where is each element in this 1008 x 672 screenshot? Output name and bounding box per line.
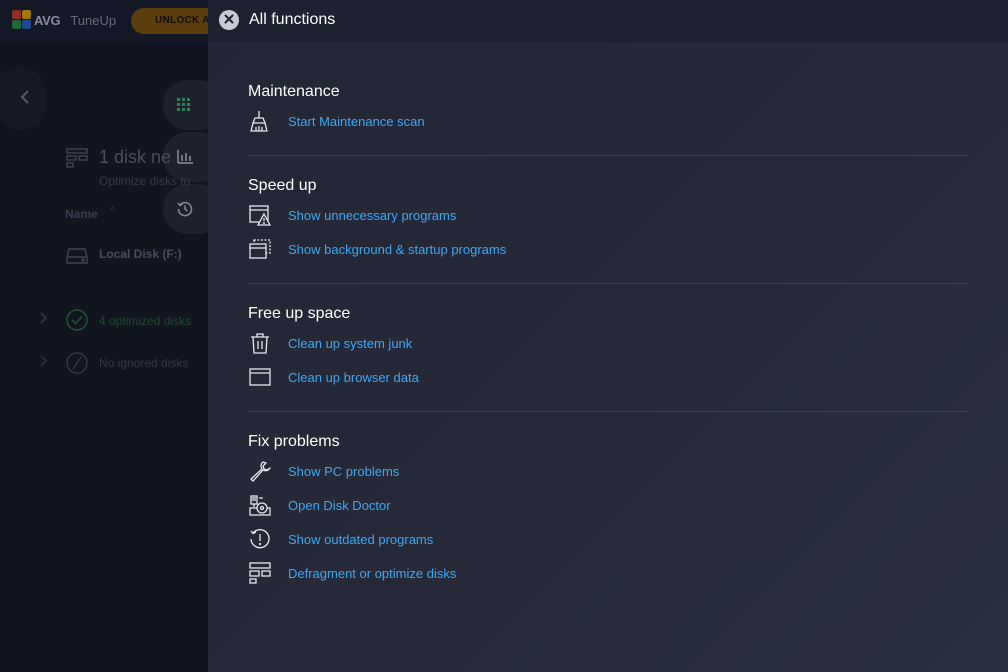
function-item[interactable]: Clean up browser data [248, 360, 968, 394]
section-title: Fix problems [248, 433, 340, 450]
function-item[interactable]: Show background & startup programs [248, 232, 968, 266]
close-icon [224, 11, 234, 29]
bar-chart-icon [177, 150, 193, 164]
panel-title: All functions [249, 11, 336, 28]
function-item[interactable]: Defragment or optimize disks [248, 556, 968, 590]
clean-system-junk-link[interactable]: Clean up system junk [288, 336, 412, 351]
function-item[interactable]: Clean up system junk [248, 326, 968, 360]
section-title: Speed up [248, 177, 317, 194]
section-free-up-space: Free up space Clean up system junk Clean… [248, 302, 968, 394]
brand-name: AVG [34, 12, 61, 28]
ignored-circle-icon [66, 352, 88, 379]
close-button[interactable] [219, 10, 239, 30]
broom-icon [248, 109, 272, 133]
expand-ignored-icon[interactable] [40, 355, 48, 370]
disk-status-title: 1 disk ne [99, 147, 172, 167]
hard-disk-icon [66, 247, 88, 270]
history-icon [177, 201, 193, 217]
clean-browser-data-link[interactable]: Clean up browser data [288, 370, 419, 385]
window-warning-icon [248, 203, 272, 227]
all-functions-panel: All functions Maintenance Start Maintena… [208, 0, 1008, 672]
defragment-link[interactable]: Defragment or optimize disks [288, 566, 456, 581]
product-name: TuneUp [70, 12, 117, 28]
function-item[interactable]: Show PC problems [248, 454, 968, 488]
stacked-windows-icon [248, 237, 272, 261]
chevron-left-icon [20, 88, 30, 109]
outdated-clock-icon [248, 527, 272, 551]
grid-icon [177, 98, 191, 112]
disk-doctor-icon [248, 493, 272, 517]
section-title: Free up space [248, 305, 351, 322]
wrench-icon [248, 459, 272, 483]
section-speed-up: Speed up Show unnecessary programs Show … [248, 174, 968, 266]
disk-doctor-link[interactable]: Open Disk Doctor [288, 498, 391, 513]
ignored-disks-label[interactable]: No ignored disks [99, 356, 188, 370]
avg-logo-icon [12, 10, 32, 30]
section-title: Maintenance [248, 83, 340, 100]
section-fix-problems: Fix problems Show PC problems Open Disk … [248, 430, 968, 590]
divider [248, 411, 968, 412]
panel-header: All functions [208, 0, 1008, 42]
check-circle-icon [66, 309, 88, 336]
divider [248, 283, 968, 284]
background-startup-link[interactable]: Show background & startup programs [288, 242, 506, 257]
sort-ascending-icon: ^ [110, 206, 115, 217]
defrag-icon [248, 561, 272, 585]
defrag-header-icon [66, 148, 88, 173]
function-item[interactable]: Start Maintenance scan [248, 104, 968, 138]
start-maintenance-link[interactable]: Start Maintenance scan [288, 114, 425, 129]
section-maintenance: Maintenance Start Maintenance scan [248, 80, 968, 138]
browser-window-icon [248, 365, 272, 389]
expand-optimized-icon[interactable] [40, 312, 48, 327]
outdated-programs-link[interactable]: Show outdated programs [288, 532, 433, 547]
unnecessary-programs-link[interactable]: Show unnecessary programs [288, 208, 456, 223]
trash-icon [248, 331, 272, 355]
column-header-name[interactable]: Name [65, 207, 98, 221]
disk-status-subtitle: Optimize disks to [99, 174, 191, 188]
back-button[interactable] [0, 66, 46, 130]
function-item[interactable]: Show unnecessary programs [248, 198, 968, 232]
optimized-disks-label[interactable]: 4 optimized disks [99, 314, 191, 328]
divider [248, 155, 968, 156]
function-item[interactable]: Show outdated programs [248, 522, 968, 556]
pc-problems-link[interactable]: Show PC problems [288, 464, 399, 479]
disk-row-local-disk[interactable]: Local Disk (F:) [99, 247, 182, 261]
function-item[interactable]: Open Disk Doctor [248, 488, 968, 522]
brand: AVG TuneUp [12, 10, 116, 30]
